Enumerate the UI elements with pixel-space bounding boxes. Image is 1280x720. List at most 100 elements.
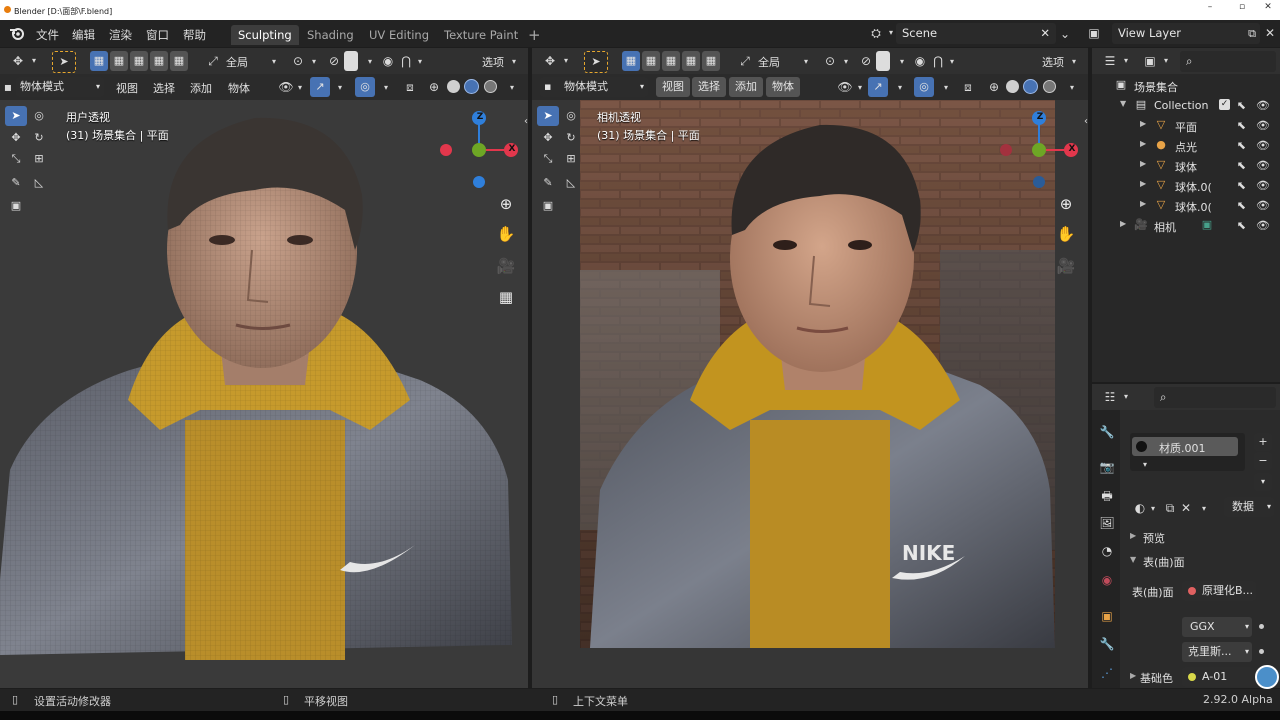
menu-file[interactable]: 文件	[36, 27, 59, 43]
menu-add[interactable]: 添加	[729, 77, 763, 97]
scene-icon[interactable]: ⛭	[868, 25, 884, 41]
chat-bubble-icon[interactable]	[1255, 665, 1279, 689]
scene-properties-icon[interactable]: ◔	[1097, 541, 1117, 561]
eye-icon[interactable]: 👁	[1256, 199, 1270, 212]
annotate-tool-icon[interactable]: ✎	[537, 173, 559, 193]
gizmo-toggle-icon[interactable]: ↗	[868, 77, 888, 97]
camera-view-icon[interactable]: 🎥	[1053, 253, 1079, 279]
slot-specials-icon[interactable]: ▾	[1254, 473, 1272, 491]
rendered-shading-icon[interactable]	[484, 80, 497, 93]
subsurface-method-select[interactable]: 克里斯... ▾	[1182, 642, 1252, 662]
blender-menu-icon[interactable]	[9, 26, 25, 40]
expand-icon[interactable]: ▶	[1120, 219, 1126, 228]
gizmo-toggle-icon[interactable]: ↗	[310, 77, 330, 97]
select-tool-icon[interactable]: ➤	[5, 106, 27, 126]
material-shading-icon[interactable]	[1023, 79, 1038, 94]
outliner-row-camera[interactable]: ▶ 🎥 相机 ▣ ⬉ 👁	[1096, 216, 1280, 236]
particles-properties-icon[interactable]: ⋰	[1097, 663, 1117, 683]
preview-panel-title[interactable]: 预览	[1143, 530, 1165, 546]
solid-shading-icon[interactable]	[447, 80, 460, 93]
menu-help[interactable]: 帮助	[183, 27, 206, 43]
pivot-icon[interactable]: ⊙	[822, 53, 838, 69]
select-box-tool-icon[interactable]: ➤	[584, 51, 608, 73]
base-color-input[interactable]: A-01	[1182, 667, 1254, 687]
visibility-icon[interactable]: 👁	[837, 79, 853, 95]
outliner-row-object[interactable]: ▶ ▽ 球体.0( ⬉ 👁	[1096, 176, 1280, 196]
select-mode-intersect-icon[interactable]: ▦	[170, 51, 188, 71]
solid-shading-icon[interactable]	[1006, 80, 1019, 93]
surface-shader-select[interactable]: 原理化B...	[1182, 581, 1256, 601]
mode-select[interactable]: ▪ 物体模式 ▾	[540, 77, 648, 97]
sidebar-toggle-icon[interactable]: ‹	[1078, 114, 1088, 130]
cursor-tool-icon[interactable]: ◎	[560, 106, 582, 126]
material-slot-item[interactable]: 材质.001	[1132, 437, 1238, 456]
menu-object[interactable]: 物体	[766, 77, 800, 97]
view-layer-properties-icon[interactable]: 🖼	[1097, 513, 1117, 533]
material-shading-icon[interactable]	[464, 79, 479, 94]
transform-icon[interactable]: ✥	[10, 53, 26, 69]
scene-field[interactable]: Scene ✕	[896, 23, 1056, 44]
snap-icon[interactable]: ⊘	[326, 53, 342, 69]
select-mode-intersect-icon[interactable]: ▦	[702, 51, 720, 71]
move-tool-icon[interactable]: ✥	[5, 128, 27, 148]
viewport-right[interactable]: ✥ ▾ ➤ ▦ ▦ ▦ ▦ ▦ ⤢ 全局 ▾ ⊙ ▾ ⊘ ▾ ◉ ⋂ ▾ 选项 …	[532, 48, 1088, 688]
selectable-icon[interactable]: ⬉	[1237, 219, 1246, 232]
select-mode-invert-icon[interactable]: ▦	[682, 51, 700, 71]
link-data-select[interactable]: 数据 ▾	[1224, 497, 1274, 517]
menu-render[interactable]: 渲染	[109, 27, 132, 43]
snap-target-icon[interactable]	[344, 51, 358, 71]
close-window-button[interactable]: ✕	[1258, 2, 1278, 16]
copy-icon[interactable]: ⧉	[1248, 23, 1256, 44]
transform-icon[interactable]: ✥	[542, 53, 558, 69]
pivot-icon[interactable]: ⊙	[290, 53, 306, 69]
menu-edit[interactable]: 编辑	[72, 27, 95, 43]
selectable-icon[interactable]: ⬉	[1237, 99, 1246, 112]
collapse-icon[interactable]: ▼	[1130, 555, 1136, 564]
eye-icon[interactable]: 👁	[1256, 119, 1270, 132]
expand-icon[interactable]: ▶	[1140, 119, 1146, 128]
selectable-icon[interactable]: ⬉	[1237, 199, 1246, 212]
move-tool-icon[interactable]: ✥	[537, 128, 559, 148]
pan-hand-icon[interactable]: ✋	[493, 221, 519, 247]
selectable-icon[interactable]: ⬉	[1237, 139, 1246, 152]
camera-render-frame[interactable]: NIKE	[580, 100, 1055, 648]
rotate-tool-icon[interactable]: ↻	[28, 128, 50, 148]
select-mode-new-icon[interactable]: ▦	[622, 51, 640, 71]
menu-view[interactable]: 视图	[656, 77, 690, 97]
selectable-icon[interactable]: ⬉	[1237, 119, 1246, 132]
proportional-edit-icon[interactable]: ◉	[912, 53, 928, 69]
minimize-button[interactable]: –	[1200, 2, 1220, 16]
sidebar-toggle-icon[interactable]: ‹	[518, 114, 528, 130]
world-properties-icon[interactable]: ◉	[1097, 570, 1117, 590]
expand-icon[interactable]: ▶	[1130, 531, 1136, 540]
options-menu[interactable]: 选项	[482, 54, 504, 70]
outliner-row-scene-collection[interactable]: ▣ 场景集合	[1096, 76, 1280, 96]
copy-icon[interactable]: ⧉	[1162, 500, 1178, 516]
select-mode-invert-icon[interactable]: ▦	[150, 51, 168, 71]
cursor-tool-icon[interactable]: ◎	[28, 106, 50, 126]
select-tool-icon[interactable]: ➤	[537, 106, 559, 126]
menu-add[interactable]: 添加	[190, 80, 212, 96]
maximize-button[interactable]: ▫	[1232, 2, 1252, 16]
add-cube-tool-icon[interactable]: ▣	[537, 196, 559, 216]
snap-target-icon[interactable]	[876, 51, 890, 71]
list-resize-icon[interactable]: ▾	[1137, 457, 1153, 473]
tab-uv-editing[interactable]: UV Editing	[362, 25, 436, 45]
properties-search-input[interactable]: ⌕	[1154, 387, 1276, 408]
display-mode-icon[interactable]: ☰	[1102, 53, 1118, 69]
menu-view[interactable]: 视图	[116, 80, 138, 96]
distribution-select[interactable]: GGX ▾	[1182, 617, 1252, 637]
animate-dot-icon[interactable]	[1259, 649, 1264, 654]
expand-icon[interactable]: ▶	[1140, 139, 1146, 148]
expand-icon[interactable]: ▶	[1130, 671, 1136, 680]
overlays-toggle-icon[interactable]: ◎	[914, 77, 934, 97]
add-cube-tool-icon[interactable]: ▣	[5, 196, 27, 216]
zoom-icon[interactable]: ⊕	[493, 191, 519, 217]
unlink-icon[interactable]: ✕	[1178, 500, 1194, 516]
xray-icon[interactable]: ⧈	[402, 79, 418, 95]
transform-orientation[interactable]: 全局	[758, 54, 780, 70]
surface-panel-title[interactable]: 表(曲)面	[1143, 554, 1185, 570]
outliner-row-collection[interactable]: ▼ ▤ Collection ✓ ⬉ 👁	[1096, 96, 1280, 116]
snap-icon[interactable]: ⊘	[858, 53, 874, 69]
select-mode-subtract-icon[interactable]: ▦	[662, 51, 680, 71]
